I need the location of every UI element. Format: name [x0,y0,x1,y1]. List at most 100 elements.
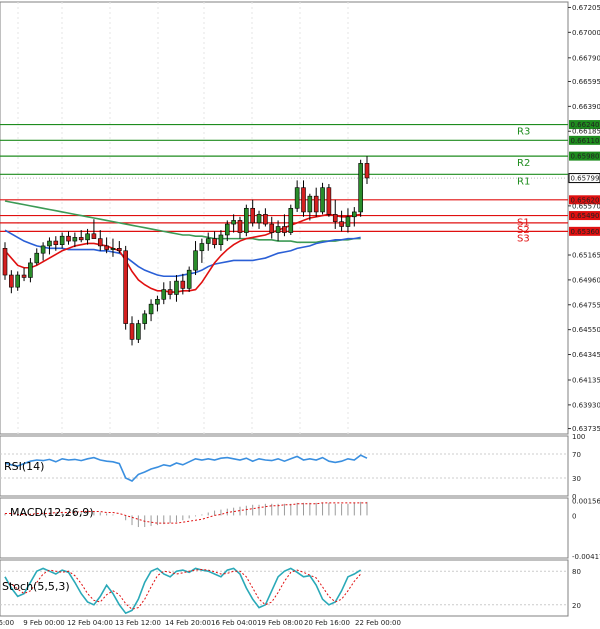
candle-body [66,235,71,242]
price-tick-label: 0.67205 [572,4,600,12]
candle-body [15,274,21,288]
forex-chart: R30.662400.66110R20.65980R10.65620S10.65… [0,1,600,627]
candle-body [244,207,249,233]
time-tick-label: 22 Feb 00:00 [355,619,401,627]
candle-body [351,211,357,218]
candle-body [180,280,186,289]
candle-body [263,214,268,225]
candle-body [91,233,97,239]
price-tick-label: 0.64550 [572,326,600,334]
time-tick-label: 14 Feb 20:00 [165,619,211,627]
rsi-label: RSI(14) [4,460,44,473]
price-tick-label: 0.66595 [572,78,600,86]
candle-body [155,299,160,305]
current-price-label: 0.65799 [571,175,600,183]
price-tick-label: 0.65165 [572,252,600,260]
price-tick-label: 0.63930 [572,401,600,409]
level-price-label: 0.66110 [571,137,600,145]
candle-body [282,226,287,233]
candle-body [218,234,224,245]
level-name: R3 [517,127,530,138]
candle-body [275,226,281,233]
price-tick-label: 0.64345 [572,351,600,359]
candle-body [269,223,275,233]
candle-body [364,163,370,179]
price-tick-label: 0.66185 [572,128,600,136]
price-tick-label: 0.66790 [572,54,600,62]
candle-body [339,221,344,227]
level-name: R2 [517,158,530,169]
candle-body [345,216,351,227]
candle-body [129,323,135,340]
candle-body [40,245,46,254]
price-tick-label: 0.66390 [572,103,600,111]
candle-body [307,195,313,213]
rsi-plot-frame [0,435,569,497]
time-tick-label: 9 Feb 00:00 [23,619,64,627]
time-tick-label: 12 Feb 04:00 [67,619,113,627]
candle-body [21,274,27,278]
rsi-tick-label: 30 [572,475,581,483]
price-tick-label: 0.64960 [572,276,600,284]
price-tick-label: 0.64755 [572,301,600,309]
candle-body [53,240,59,245]
candle-body [199,243,205,252]
candle-body [250,207,255,224]
candle-body [47,240,52,247]
candle-body [2,248,8,276]
rsi-panel: 10070300 RSI(14) [0,433,585,501]
rsi-tick-label: 100 [572,433,585,441]
candle-body [237,220,243,233]
candle-body [161,289,167,300]
candle-body [97,238,103,247]
candle-body [59,235,65,245]
macd-tick-label: 0 [572,512,576,520]
price-tick-label: 0.63735 [572,425,600,433]
stoch-panel: 80 20 Stoch(5,5,3) [0,559,581,617]
candle-body [78,237,84,241]
price-tick-label: 0.67000 [572,29,600,37]
price-tick-label: 0.64135 [572,377,600,385]
candle-body [110,248,116,250]
stoch-tick-label: 20 [572,602,581,610]
candle-body [123,250,128,324]
stoch-label: Stoch(5,5,3) [2,580,70,593]
candle-body [193,250,198,271]
stoch-plot-frame [0,559,569,617]
level-price-label: 0.65980 [571,153,600,161]
candle-body [256,214,262,224]
level-price-label: 0.65490 [571,212,600,220]
time-tick-label: 19 Feb 08:00 [257,619,303,627]
candle-body [28,262,33,278]
time-tick-label: 16:00 [0,619,14,627]
rsi-tick-label: 70 [572,451,581,459]
candle-body [212,238,217,245]
candle-body [136,323,141,340]
candle-body [174,280,179,295]
macd-panel: 0.00156 0 -0.004177 MACD(12,26,9) [0,497,600,561]
candle-body [332,214,338,222]
candle-body [294,187,300,209]
candle-body [9,274,14,288]
candle-body [358,163,363,213]
time-tick-label: 16 Feb 04:00 [211,619,257,627]
candle-body [117,248,122,252]
price-tick-label: 0.65570 [572,202,600,210]
candle-body [34,252,40,264]
candle-body [186,269,192,289]
stoch-tick-label: 80 [572,568,581,576]
time-tick-label: 13 Feb 12:00 [115,619,161,627]
candle-body [231,220,236,225]
candle-body [320,187,325,213]
main-panel: R30.662400.66110R20.65980R10.65620S10.65… [0,1,600,435]
macd-tick-label: 0.00156 [572,497,600,505]
candle-body [313,195,319,213]
level-price-label: 0.65360 [571,228,600,236]
candle-body [224,223,230,236]
candle-body [205,238,211,244]
candle-body [167,289,173,295]
candle-body [104,245,109,250]
candle-body [142,313,148,324]
candle-body [326,187,332,215]
time-axis: 16:00 9 Feb 00:0012 Feb 04:0013 Feb 12:00… [0,619,401,627]
